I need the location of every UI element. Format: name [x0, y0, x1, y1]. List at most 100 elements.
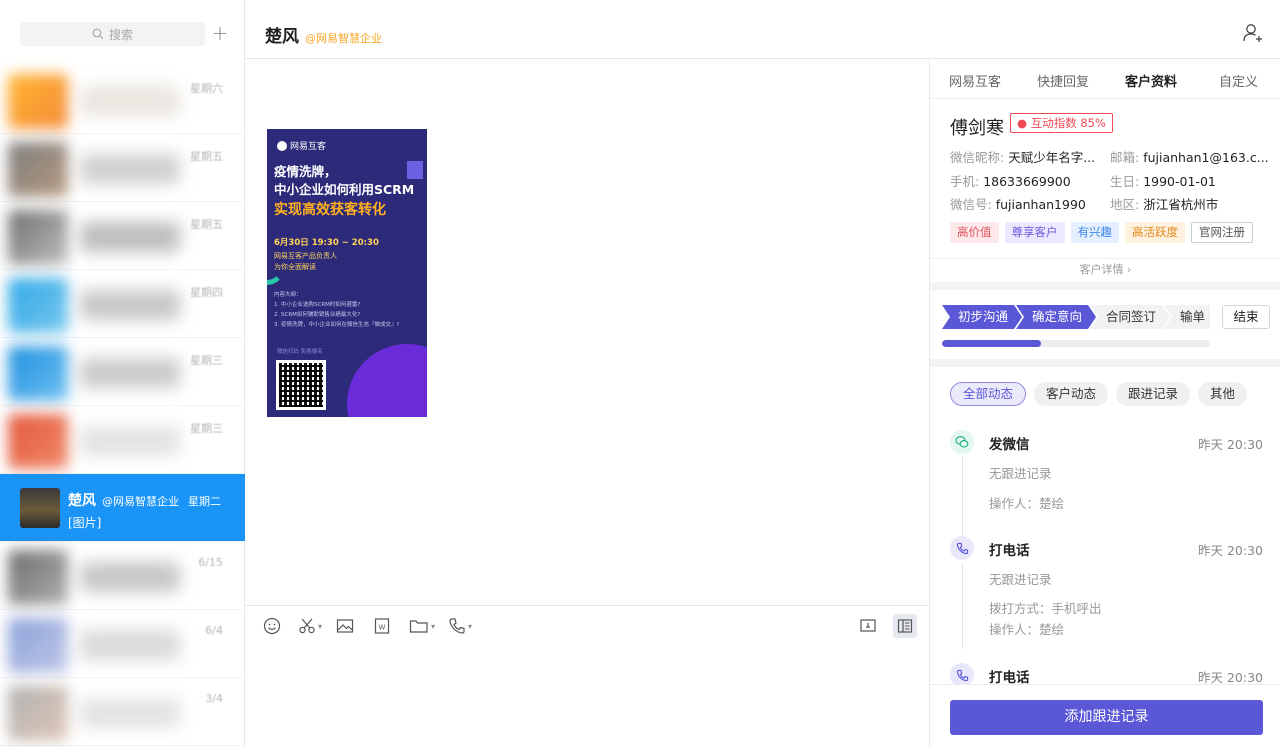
poster-brand: 网易互客 — [277, 139, 326, 152]
stage-item[interactable]: 输单 — [1164, 305, 1210, 329]
avatar — [8, 414, 68, 469]
emoji-icon[interactable] — [263, 616, 281, 636]
conversation-preview — [80, 562, 180, 592]
filter-customer[interactable]: 客户动态 — [1034, 382, 1109, 406]
wechat-nickname: 微信昵称: 天赋少年名字... — [950, 147, 1095, 166]
conversation-item[interactable]: 6/15 — [0, 542, 245, 610]
section-divider — [930, 282, 1280, 290]
brand-logo-icon — [277, 140, 287, 151]
activity-filters: 全部动态 客户动态 跟进记录 其他 — [950, 382, 1248, 406]
conversation-preview: [图片] — [68, 516, 102, 530]
conversation-item[interactable]: 3/4 — [0, 678, 245, 746]
timeline-line — [962, 563, 963, 649]
field-label: 微信昵称: — [950, 150, 1005, 165]
tag[interactable]: 高价值 — [950, 222, 999, 243]
field-label: 微信号: — [950, 197, 992, 212]
conversation-date: 星期四 — [190, 286, 223, 299]
tab-custom[interactable]: 自定义 — [1219, 71, 1258, 90]
field-value: 天赋少年名字... — [1008, 150, 1096, 165]
chat-title: 楚风 @网易智慧企业 — [265, 22, 382, 47]
avatar — [8, 686, 68, 741]
poster-outline: 内容大纲： 1. 中小企业选购SCRM时如何避雷? 2. SCRM如何辅助销售业… — [274, 290, 399, 330]
svg-text:W: W — [379, 624, 386, 632]
tag[interactable]: 官网注册 — [1191, 222, 1253, 243]
app-window: 搜索 + 星期六 星期五 星期五 星期四 星期三 星期三 楚风 @网易智慧企业 星期二 [图片] 6… — [0, 0, 1280, 747]
poster-speaker: 网易互客产品负责人 为你全面解读 — [274, 251, 337, 273]
poster-date: 6月30日 19:30 ~ 20:30 — [274, 238, 379, 248]
image-message[interactable]: 网易互客 疫情洗牌， 中小企业如何利用SCRM 实现高效获客转化 6月30日 19… — [267, 129, 427, 417]
filter-all[interactable]: 全部动态 — [950, 382, 1027, 406]
conversation-preview — [80, 290, 180, 320]
add-conversation-button[interactable]: + — [210, 22, 230, 46]
timeline-time: 昨天 20:30 — [1198, 437, 1263, 452]
tag[interactable]: 高活跃度 — [1125, 222, 1185, 243]
conversation-item[interactable]: 星期五 — [0, 202, 245, 270]
tab-hooke[interactable]: 网易互客 — [949, 71, 1001, 90]
side-panel-toggle-icon[interactable] — [893, 614, 917, 638]
conversation-item[interactable]: 星期三 — [0, 338, 245, 406]
chevron-down-icon: ▾ — [468, 621, 473, 631]
avatar — [8, 346, 68, 401]
field-value: fujianhan1@163.c... — [1143, 150, 1269, 165]
filter-followup[interactable]: 跟进记录 — [1116, 382, 1191, 406]
filter-other[interactable]: 其他 — [1198, 382, 1248, 406]
conversation-sidebar: 搜索 + 星期六 星期五 星期五 星期四 星期三 星期三 楚风 @网易智慧企业 星期二 [图片] 6… — [0, 0, 245, 747]
search-icon — [92, 28, 104, 40]
tab-customer-info[interactable]: 客户资料 — [1125, 71, 1177, 90]
score-text: 互动指数 85% — [1030, 116, 1106, 130]
poster-speaker-line: 网易互客产品负责人 — [274, 252, 337, 260]
conversation-item[interactable]: 星期三 — [0, 406, 245, 474]
end-stage-button[interactable]: 结束 — [1222, 305, 1270, 329]
outline-item: 2. SCRM如何辅助销售业绩最大化? — [274, 312, 361, 318]
tab-quick-reply[interactable]: 快捷回复 — [1037, 71, 1089, 90]
timeline-title: 发微信 — [989, 437, 1030, 453]
stage-item[interactable]: 合同签订 — [1090, 305, 1170, 329]
customer-panel: 网易互客 快捷回复 客户资料 自定义 傅剑寒 ● 互动指数 85% 微信昵称: … — [929, 59, 1280, 747]
phone-icon[interactable]: ▾ — [448, 616, 472, 636]
search-input[interactable]: 搜索 — [20, 22, 205, 46]
customer-detail-link[interactable]: 客户详情 › — [930, 258, 1280, 282]
message-history-icon[interactable] — [859, 616, 877, 636]
region: 地区: 浙江省杭州市 — [1110, 194, 1218, 213]
conversation-item[interactable]: 星期五 — [0, 134, 245, 202]
section-divider — [930, 359, 1280, 367]
conversation-preview — [80, 426, 180, 456]
poster-highlight: 实现高效获客转化 — [274, 202, 386, 218]
stage-item[interactable]: 确定意向 — [1016, 305, 1096, 329]
contact-org: @网易智慧企业 — [102, 495, 179, 508]
conversation-preview — [80, 86, 180, 116]
field-label: 手机: — [950, 174, 980, 189]
stage-progress-bar — [942, 340, 1210, 347]
tag[interactable]: 尊享客户 — [1004, 222, 1065, 243]
timeline-operator: 操作人：楚绘 — [989, 496, 1065, 511]
email: 邮箱: fujianhan1@163.c... — [1110, 147, 1269, 166]
conversation-item[interactable]: 星期六 — [0, 66, 245, 134]
field-value: 1990-01-01 — [1143, 174, 1216, 189]
panel-tabs: 网易互客 快捷回复 客户资料 自定义 — [930, 59, 1280, 99]
conversation-item[interactable]: 6/4 — [0, 610, 245, 678]
conversation-date: 星期六 — [190, 82, 223, 95]
document-icon[interactable]: W — [373, 616, 391, 636]
conversation-date: 星期五 — [190, 218, 223, 231]
stage-item[interactable]: 初步沟通 — [942, 305, 1022, 329]
poster-decor — [347, 344, 427, 417]
timeline-line — [962, 457, 963, 543]
add-followup-button[interactable]: 添加跟进记录 — [950, 700, 1263, 735]
search-row: 搜索 + — [0, 0, 245, 66]
add-user-icon[interactable] — [1242, 22, 1264, 44]
qr-code — [276, 360, 326, 410]
conversation-date: 6/15 — [198, 556, 223, 569]
conversation-item-active[interactable]: 楚风 @网易智慧企业 星期二 [图片] — [0, 474, 245, 542]
poster-line2: 中小企业如何利用SCRM — [274, 182, 415, 197]
screenshot-icon[interactable]: ▾ — [298, 616, 322, 636]
timeline-call-method: 拨打方式：手机呼出 — [989, 601, 1102, 616]
conversation-item[interactable]: 星期四 — [0, 270, 245, 338]
wechat-id: 微信号: fujianhan1990 — [950, 194, 1086, 213]
wechat-icon — [950, 430, 974, 454]
interaction-score-badge: ● 互动指数 85% — [1010, 113, 1113, 133]
tag[interactable]: 有兴趣 — [1070, 222, 1119, 243]
timeline-note: 无跟进记录 — [989, 466, 1052, 481]
composer-toolbar: ▾ W ▾ ▾ — [245, 605, 929, 647]
folder-icon[interactable]: ▾ — [409, 616, 435, 636]
image-icon[interactable] — [336, 616, 354, 636]
